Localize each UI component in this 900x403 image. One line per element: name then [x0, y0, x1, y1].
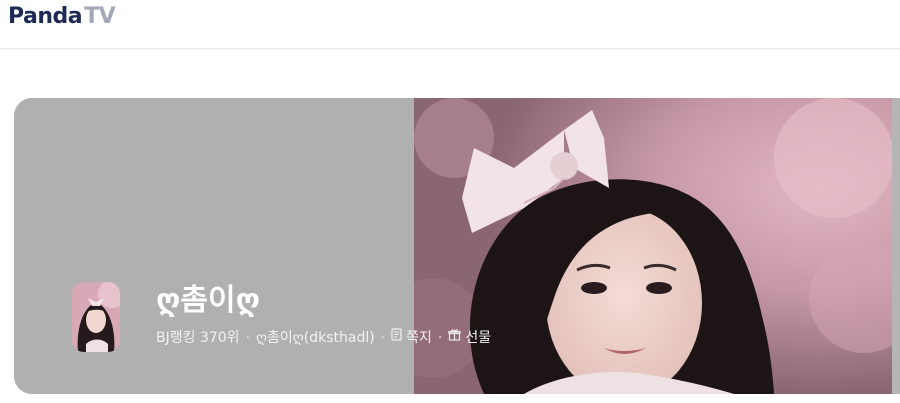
logo-main-text: Panda: [8, 4, 83, 29]
gift-icon: [448, 328, 461, 348]
streamer-name: ღ촘이ღ: [156, 283, 261, 318]
message-button[interactable]: 쪽지: [391, 328, 432, 348]
banner-photo: [414, 98, 892, 394]
meta-separator: ·: [380, 330, 386, 346]
message-label: 쪽지: [406, 330, 432, 346]
logo-tv-text: TV: [84, 4, 116, 29]
bj-ranking: BJ랭킹 370위: [156, 330, 240, 346]
meta-separator: ·: [245, 330, 250, 346]
top-header: Panda TV: [0, 0, 900, 49]
profile-banner: ღ촘이ღ BJ랭킹 370위 · ღ촘이ღ(dksthadl) · 쪽지 · 선…: [14, 98, 900, 394]
streamer-user-id: ღ촘이ღ(dksthadl): [256, 330, 375, 346]
gift-label: 선물: [465, 330, 492, 346]
streamer-avatar[interactable]: [72, 282, 120, 352]
meta-separator: ·: [437, 330, 443, 346]
banner-right-edge: [892, 98, 900, 394]
gift-button[interactable]: 선물: [448, 328, 491, 348]
message-icon: [391, 328, 402, 348]
banner-gray-panel: [14, 98, 414, 394]
panda-tv-logo[interactable]: Panda TV: [8, 3, 116, 31]
streamer-meta: BJ랭킹 370위 · ღ촘이ღ(dksthadl) · 쪽지 · 선물: [156, 328, 491, 348]
